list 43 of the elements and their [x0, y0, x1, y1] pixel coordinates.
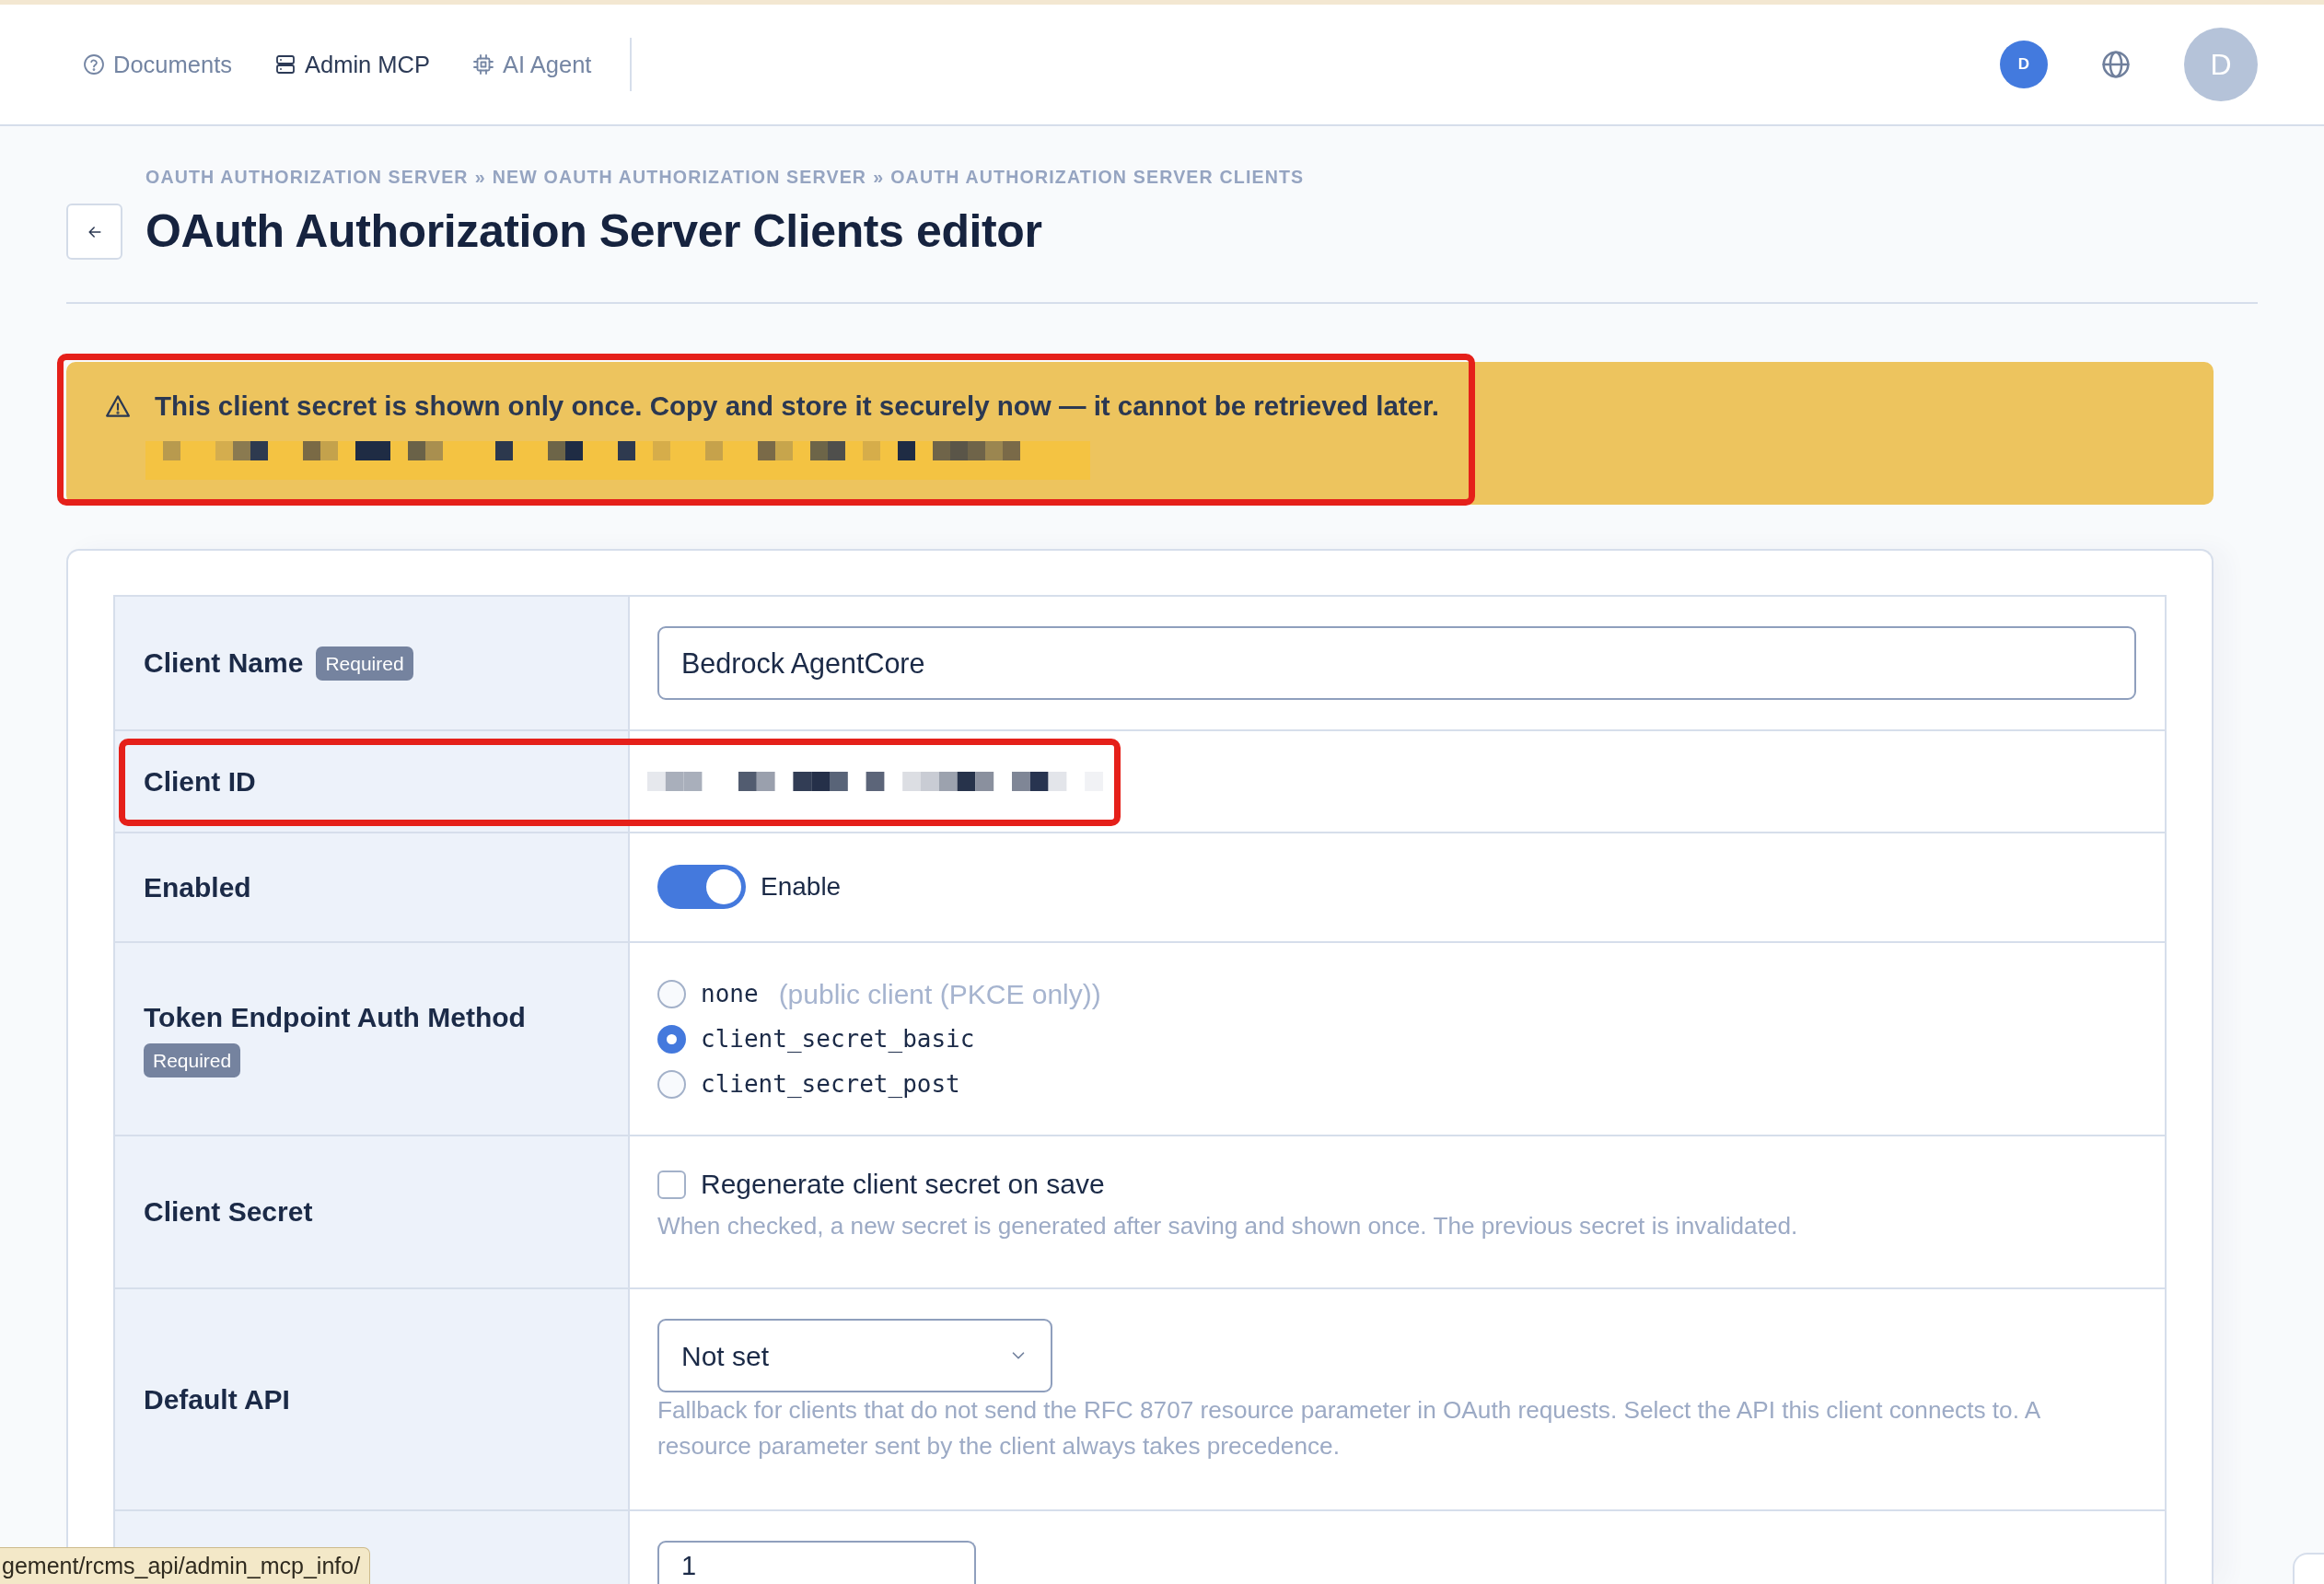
radio-button[interactable] — [657, 980, 686, 1008]
field-label: Client Secret — [144, 1195, 313, 1229]
required-badge: Required — [144, 1042, 241, 1077]
checkbox-label: Regenerate client secret on save — [701, 1168, 1105, 1201]
initial-badge[interactable]: D — [2000, 41, 2048, 88]
text-input[interactable]: Bedrock AgentCore — [657, 626, 2136, 700]
alert-message: This client secret is shown only once. Copy and store it securely now — it cannot be retrieved later. — [155, 390, 1440, 423]
radio-label: client_secret_post — [701, 1069, 960, 1100]
checkbox[interactable] — [657, 1170, 686, 1199]
back-button[interactable] — [66, 204, 122, 260]
help-text: When checked, a new secret is generated after saving and shown once. The previous secret is invalidated. — [657, 1211, 1799, 1241]
nav-link[interactable]: Documents — [83, 46, 232, 83]
radio-button[interactable] — [657, 1070, 686, 1099]
server-icon — [274, 53, 296, 76]
api-select[interactable]: Not set — [657, 1319, 1052, 1392]
radio-label: client_secret_basic — [701, 1024, 975, 1054]
number-input[interactable]: 1 — [657, 1541, 976, 1584]
nav-link[interactable]: Admin MCP — [274, 46, 430, 83]
radio-button[interactable] — [657, 1025, 686, 1054]
radio-label: none — [701, 979, 759, 1009]
warning-icon — [104, 392, 132, 420]
page-title: OAuth Authorization Server Clients editor — [145, 204, 1042, 259]
floating-widget[interactable] — [2293, 1553, 2324, 1584]
radio-note: (public client (PKCE only)) — [778, 978, 1101, 1011]
enable-switch[interactable] — [657, 865, 746, 909]
field-label: Enabled — [144, 870, 251, 904]
breadcrumb-link[interactable]: NEW OAUTH AUTHORIZATION SERVER — [492, 167, 867, 187]
required-badge: Required — [316, 646, 413, 681]
field-label: Client Name — [144, 646, 304, 680]
field-label: Client ID — [144, 764, 256, 798]
help-circle-icon — [83, 53, 105, 76]
switch-label: Enable — [761, 871, 842, 903]
field-label: Token Endpoint Auth Method — [144, 1000, 526, 1034]
breadcrumb-separator: » — [873, 167, 885, 187]
globe-icon[interactable] — [2101, 50, 2131, 79]
help-text: Fallback for clients that do not send the RFC 8707 resource parameter in OAuth requests. Select the API this client connects to. A resource parameter sent by the client always takes precedence. — [657, 1395, 2041, 1462]
status-bar-url: gement/rcms_api/admin_mcp_info/ — [0, 1547, 371, 1584]
field-label: Default API — [144, 1382, 290, 1416]
nav-link[interactable]: AI Agent — [472, 46, 592, 83]
chip-icon — [472, 53, 494, 76]
breadcrumb-separator: » — [474, 167, 486, 187]
breadcrumb-link[interactable]: OAUTH AUTHORIZATION SERVER CLIENTS — [890, 167, 1305, 187]
breadcrumb-link[interactable]: OAUTH AUTHORIZATION SERVER — [145, 167, 469, 187]
